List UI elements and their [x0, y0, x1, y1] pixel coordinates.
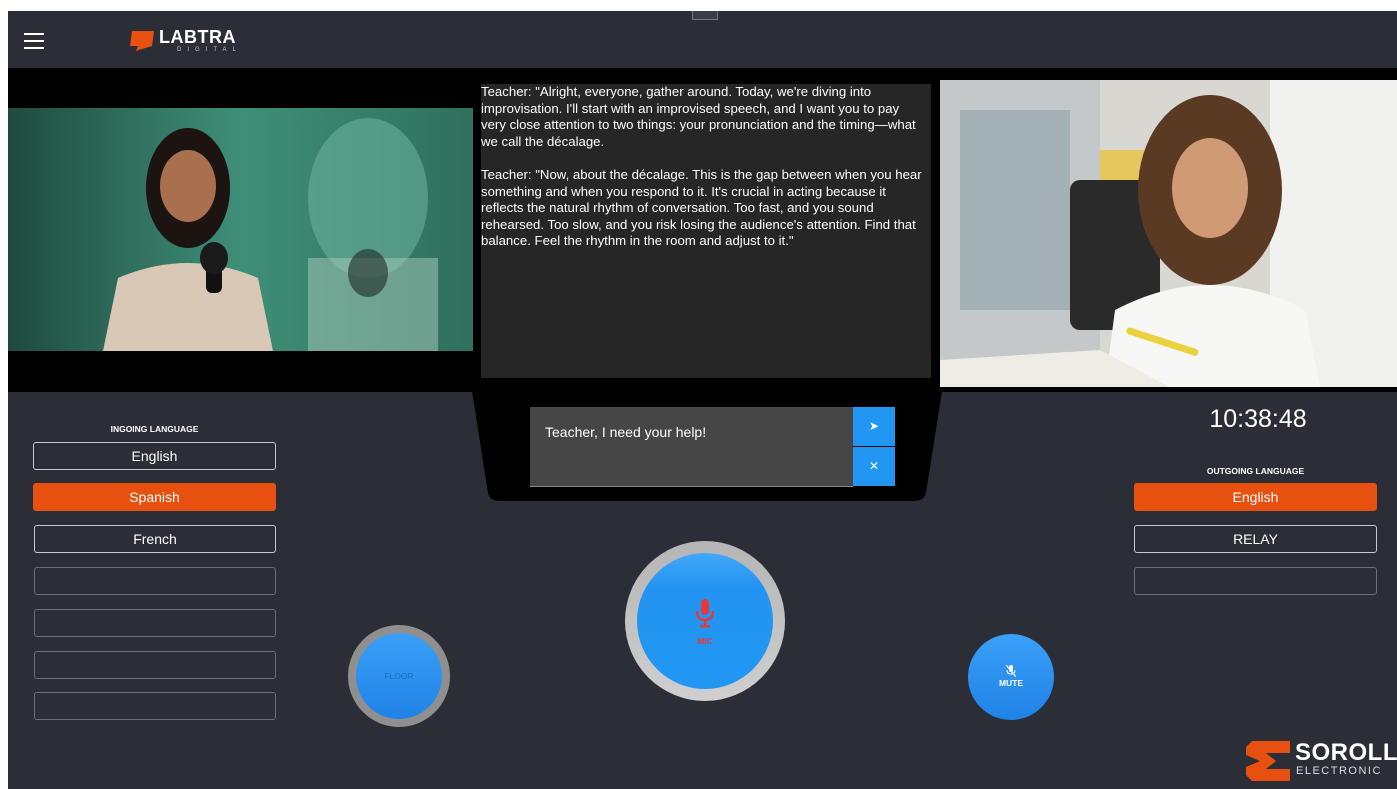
soroll-logo-mark-icon: [1246, 741, 1290, 781]
video-stage: Teacher: "Alright, everyone, gather arou…: [8, 68, 1397, 392]
clear-button[interactable]: ✕: [853, 447, 895, 486]
send-button[interactable]: ➤: [853, 407, 895, 446]
labtra-logo-subtext: DIGITAL: [177, 47, 242, 53]
outgoing-language-slot[interactable]: [1134, 567, 1377, 595]
microphone-icon: [695, 599, 715, 628]
speaker-video-image: [8, 108, 473, 351]
interpreter-console: LABTRA DIGITAL Teacher: "Alright, everyo…: [8, 11, 1397, 789]
ingoing-language-slot[interactable]: [34, 609, 276, 637]
chat-message-text: Teacher, I need your help!: [545, 424, 707, 440]
transcript-paragraph: Teacher: "Now, about the décalage. This …: [481, 167, 922, 248]
transcript-panel: Teacher: "Alright, everyone, gather arou…: [481, 84, 931, 378]
mute-button[interactable]: [968, 634, 1054, 720]
ingoing-language-english[interactable]: English: [33, 442, 276, 470]
floor-label: FLOOR: [384, 671, 414, 681]
outgoing-language-relay[interactable]: RELAY: [1134, 525, 1377, 553]
microphone-off-icon: [1006, 665, 1016, 677]
mic-label: MIC: [697, 636, 713, 646]
hamburger-menu-icon[interactable]: [24, 33, 44, 49]
soroll-logo-text: SOROLL: [1295, 739, 1397, 766]
teacher-video-feed: [940, 80, 1397, 387]
ingoing-language-heading: INGOING LANGUAGE: [110, 424, 199, 434]
outgoing-language-english[interactable]: English: [1134, 483, 1377, 511]
session-clock: 10:38:48: [1209, 405, 1307, 433]
drag-handle-icon[interactable]: [692, 11, 718, 20]
ingoing-language-slot[interactable]: [34, 692, 276, 720]
mute-label: MUTE: [998, 678, 1024, 688]
close-icon: ✕: [868, 459, 880, 473]
soroll-logo-subtext: ELECTRONIC: [1296, 765, 1382, 777]
teacher-video-image: [940, 80, 1397, 387]
ingoing-language-slot[interactable]: [34, 567, 276, 595]
send-icon: ➤: [868, 419, 880, 433]
ingoing-language-slot[interactable]: [34, 651, 276, 679]
transcript-paragraph: Teacher: "Alright, everyone, gather arou…: [481, 84, 916, 149]
chat-message-field[interactable]: Teacher, I need your help!: [530, 407, 853, 487]
labtra-logo-mark-icon: [130, 31, 154, 51]
top-bar: LABTRA DIGITAL: [8, 11, 1397, 68]
speaker-video-feed: [8, 108, 473, 351]
soroll-logo: SOROLL ELECTRONIC: [1246, 739, 1397, 783]
ingoing-language-spanish[interactable]: Spanish: [33, 483, 276, 511]
ingoing-language-french[interactable]: French: [34, 525, 276, 553]
outgoing-language-heading: OUTGOING LANGUAGE: [1206, 466, 1305, 476]
labtra-logo-text: LABTRA: [159, 27, 236, 47]
